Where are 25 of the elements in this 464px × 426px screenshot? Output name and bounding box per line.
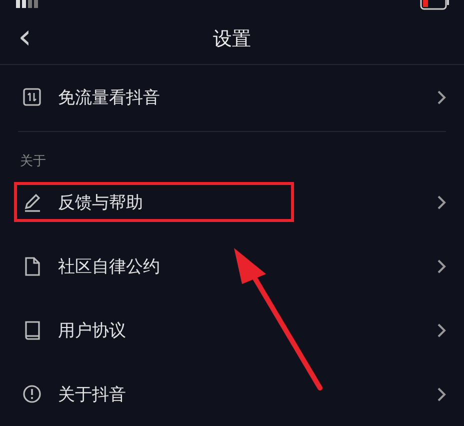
back-button[interactable]: ‹: [14, 22, 36, 52]
signal-icon: [16, 0, 38, 8]
menu-item[interactable]: 关于抖音: [14, 374, 294, 414]
highlighted-menu-item[interactable]: 反馈与帮助: [14, 182, 294, 222]
chevron-icon: [437, 258, 446, 274]
menu-item-label: 用户协议: [58, 320, 126, 342]
info-icon: [23, 384, 42, 404]
section-label: 关于: [19, 153, 47, 170]
menu-item[interactable]: 免流量看抖音: [14, 77, 294, 117]
battery-icon: [420, 0, 450, 10]
menu-item-label: 关于抖音: [58, 384, 126, 406]
chevron-icon: [437, 386, 446, 402]
chevron-icon: [437, 322, 446, 338]
chevron-icon: [437, 194, 446, 210]
book-icon: [23, 320, 42, 340]
menu-item[interactable]: 社区自律公约: [14, 246, 294, 286]
menu-item-label: 社区自律公约: [58, 256, 160, 278]
pen-icon: [23, 192, 42, 212]
data-icon: [23, 88, 42, 106]
page-title: 设置: [213, 27, 251, 52]
menu-item[interactable]: 用户协议: [14, 310, 294, 350]
document-icon: [23, 256, 42, 276]
menu-item-label: 免流量看抖音: [58, 86, 160, 108]
chevron-icon: [437, 90, 446, 104]
menu-item-label: 反馈与帮助: [58, 192, 143, 214]
